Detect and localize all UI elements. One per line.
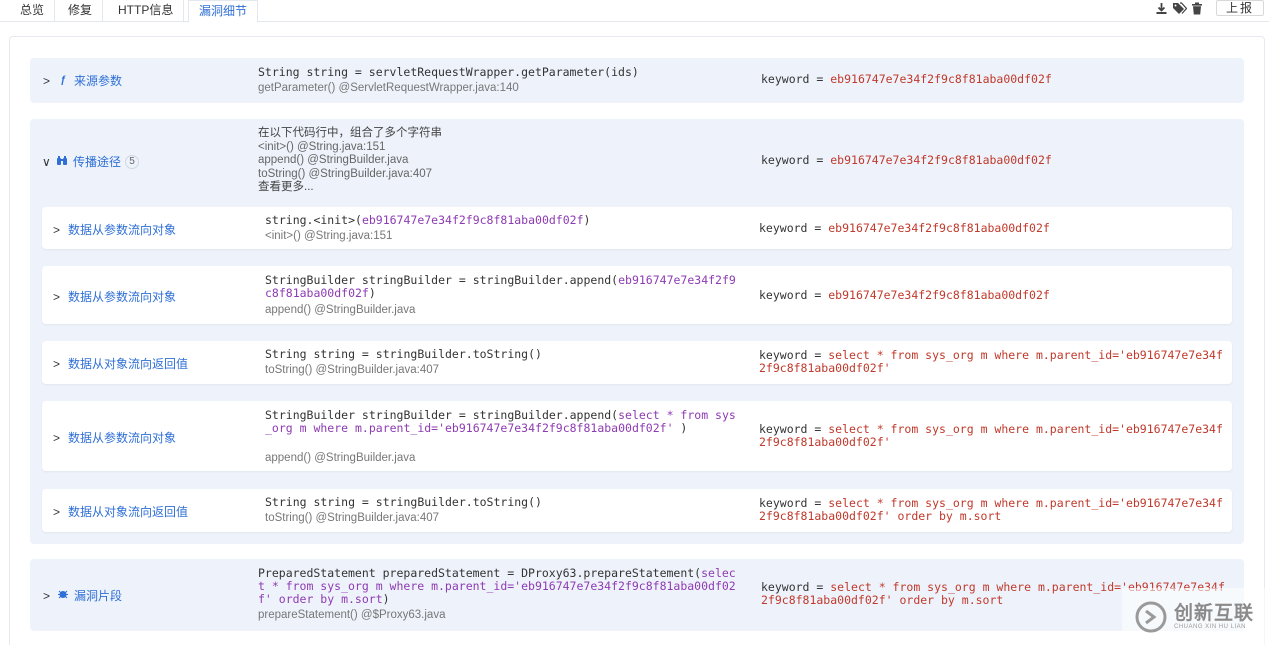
step-code: string.<init>(eb916747e7e34f2f9c8f81aba0…: [265, 213, 591, 227]
source-location: getParameter() @ServletRequestWrapper.ja…: [258, 82, 519, 94]
chevron-right-icon: >: [53, 222, 61, 237]
step-location: toString() @StringBuilder.java:407: [265, 512, 440, 524]
chevron-right-icon: >: [53, 356, 61, 371]
step-label: 数据从对象流向返回值: [68, 357, 189, 371]
step-toggle[interactable]: > 数据从参数流向对象: [53, 288, 176, 305]
propagation-summary-line: <init>() @String.java:151: [258, 141, 386, 153]
tab-fix[interactable]: 修复: [58, 0, 104, 22]
propagation-summary-line: append() @StringBuilder.java: [258, 154, 409, 166]
see-more-link[interactable]: 查看更多...: [258, 181, 314, 195]
chevron-right-icon: >: [53, 289, 61, 304]
source-toggle[interactable]: > ƒ 来源参数: [43, 72, 122, 89]
step-code: String string = stringBuilder.toString(): [265, 347, 542, 361]
step-label: 数据从参数流向对象: [68, 223, 177, 237]
source-block: > ƒ 来源参数 String string = servletRequestW…: [30, 58, 1244, 103]
propagation-step: > 数据从对象流向返回值 String string = stringBuild…: [42, 341, 1232, 384]
step-toggle[interactable]: > 数据从参数流向对象: [53, 221, 176, 238]
step-keyword: keyword = select * from sys_org m where …: [759, 422, 1223, 449]
chevron-right-icon: >: [43, 73, 51, 88]
source-code: String string = servletRequestWrapper.ge…: [258, 65, 639, 79]
sink-code: PreparedStatement preparedStatement = DP…: [258, 566, 736, 606]
tab-bar: 总览 修复 HTTP信息 漏洞细节: [0, 0, 1269, 23]
step-location: append() @StringBuilder.java: [265, 304, 416, 316]
step-location: toString() @StringBuilder.java:407: [265, 364, 440, 376]
binoculars-icon: [57, 155, 67, 168]
propagation-block: ∨ 传播途径 5 在以下代码行中，组合了多个字符串 <init>() @Stri…: [30, 119, 1244, 544]
propagation-step: > 数据从参数流向对象 string.<init>(eb916747e7e34f…: [42, 207, 1232, 249]
tab-overview[interactable]: 总览: [10, 0, 56, 22]
watermark-text: 创新互联: [1174, 602, 1255, 624]
source-label: 来源参数: [74, 74, 123, 88]
sink-toggle[interactable]: > 漏洞片段: [43, 587, 122, 604]
function-icon: ƒ: [60, 75, 66, 86]
source-keyword: keyword = eb916747e7e34f2f9c8f81aba00df0…: [761, 72, 1052, 86]
brand-logo-icon: [1135, 601, 1167, 632]
step-label: 数据从参数流向对象: [68, 290, 177, 304]
watermark: 创新互联 CHUANG XIN HU LIAN: [1122, 588, 1269, 645]
propagation-toggle[interactable]: ∨ 传播途径 5: [42, 153, 140, 170]
chevron-down-icon: ∨: [42, 154, 51, 169]
bug-icon: [58, 589, 68, 602]
step-toggle[interactable]: > 数据从参数流向对象: [53, 429, 176, 446]
propagation-step: > 数据从参数流向对象 StringBuilder stringBuilder …: [42, 401, 1232, 471]
step-keyword: keyword = eb916747e7e34f2f9c8f81aba00df0…: [759, 288, 1050, 302]
step-code: StringBuilder stringBuilder = stringBuil…: [265, 408, 736, 435]
step-keyword: keyword = select * from sys_org m where …: [759, 496, 1223, 523]
tab-vuln-details[interactable]: 漏洞细节: [188, 0, 259, 23]
step-label: 数据从参数流向对象: [68, 431, 177, 445]
propagation-label: 传播途径: [73, 155, 122, 169]
step-toggle[interactable]: > 数据从对象流向返回值: [53, 355, 188, 372]
propagation-count-badge: 5: [125, 154, 140, 169]
tab-http-info[interactable]: HTTP信息: [108, 0, 185, 22]
sink-location: prepareStatement() @$Proxy63.java: [258, 609, 446, 621]
chevron-right-icon: >: [53, 430, 61, 445]
propagation-summary-line: toString() @StringBuilder.java:407: [258, 168, 433, 180]
chevron-right-icon: >: [53, 504, 61, 519]
toolbar-icons: [1155, 2, 1203, 15]
chevron-right-icon: >: [43, 588, 51, 603]
download-icon[interactable]: [1155, 2, 1168, 15]
step-toggle[interactable]: > 数据从对象流向返回值: [53, 503, 188, 520]
sink-label: 漏洞片段: [74, 589, 123, 603]
step-label: 数据从对象流向返回值: [68, 505, 189, 519]
step-code: StringBuilder stringBuilder = stringBuil…: [265, 273, 736, 300]
propagation-step: > 数据从参数流向对象 StringBuilder stringBuilder …: [42, 266, 1232, 324]
tags-icon[interactable]: [1172, 2, 1187, 15]
propagation-step: > 数据从对象流向返回值 String string = stringBuild…: [42, 489, 1232, 532]
sink-block: > 漏洞片段 PreparedStatement preparedStateme…: [30, 559, 1244, 631]
step-location: <init>() @String.java:151: [265, 230, 393, 242]
step-keyword: keyword = select * from sys_org m where …: [759, 348, 1223, 375]
propagation-summary-title: 在以下代码行中，组合了多个字符串: [258, 127, 442, 139]
step-location: append() @StringBuilder.java: [265, 452, 416, 464]
step-code: String string = stringBuilder.toString(): [265, 495, 542, 509]
report-button[interactable]: 上报: [1216, 0, 1264, 16]
propagation-keyword: keyword = eb916747e7e34f2f9c8f81aba00df0…: [761, 153, 1052, 167]
watermark-subtext: CHUANG XIN HU LIAN: [1174, 623, 1247, 630]
trash-icon[interactable]: [1191, 2, 1203, 15]
step-keyword: keyword = eb916747e7e34f2f9c8f81aba00df0…: [759, 221, 1050, 235]
